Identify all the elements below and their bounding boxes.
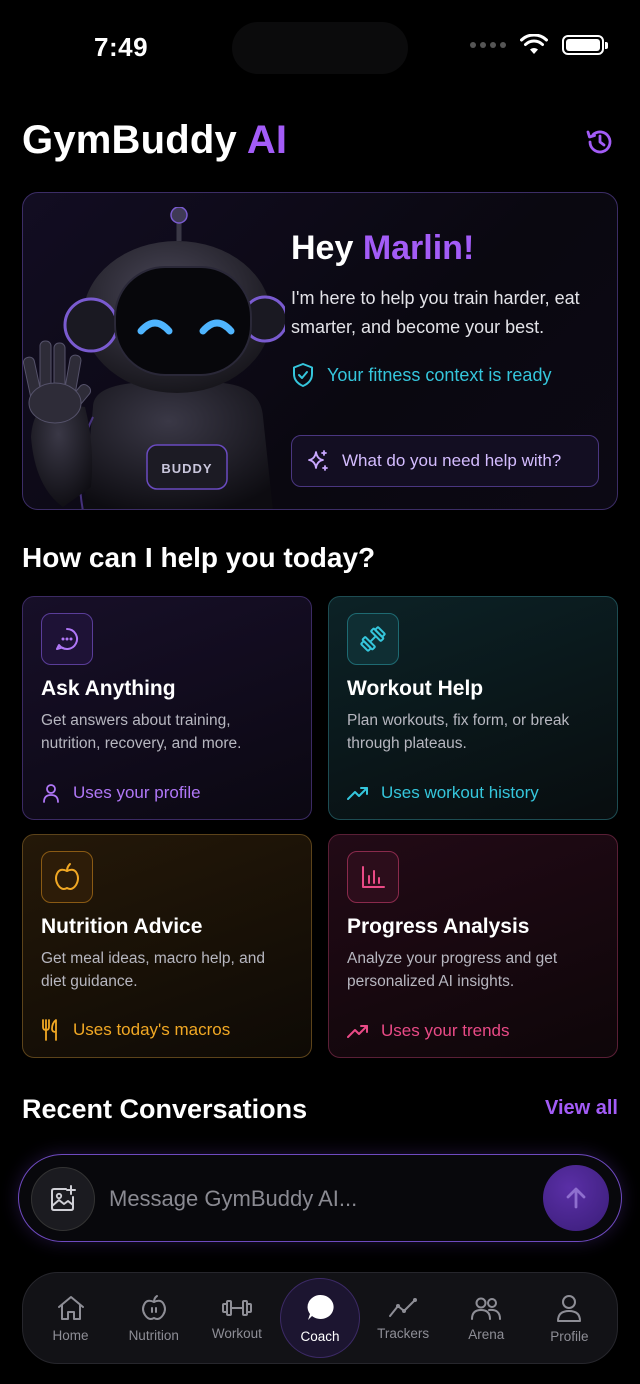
dumbbell-icon-box bbox=[347, 613, 399, 665]
ask-anything-card[interactable]: Ask Anything Get answers about training,… bbox=[22, 596, 312, 820]
tab-workout[interactable]: Workout bbox=[197, 1278, 277, 1358]
fork-knife-icon bbox=[42, 1019, 57, 1041]
tab-label: Profile bbox=[550, 1328, 589, 1344]
hero-text: Hey Marlin! I'm here to help you train h… bbox=[291, 229, 611, 388]
card-description: Plan workouts, fix form, or break throug… bbox=[347, 712, 570, 752]
tab-trackers[interactable]: Trackers bbox=[363, 1278, 443, 1358]
card-title: Ask Anything bbox=[41, 677, 176, 700]
card-description: Get meal ideas, macro help, and diet gui… bbox=[41, 950, 266, 990]
tab-label: Workout bbox=[211, 1325, 262, 1341]
send-button[interactable] bbox=[543, 1165, 609, 1231]
apple-icon bbox=[141, 1294, 166, 1320]
card-tag-label: Uses workout history bbox=[381, 783, 539, 802]
message-input[interactable] bbox=[109, 1181, 529, 1217]
hero-description: I'm here to help you train harder, eat s… bbox=[291, 288, 580, 337]
person-icon bbox=[43, 784, 59, 803]
history-icon bbox=[586, 130, 612, 154]
tab-label: Home bbox=[52, 1327, 89, 1343]
card-tag-label: Uses your trends bbox=[381, 1021, 510, 1040]
card-tag-label: Uses your profile bbox=[73, 783, 201, 802]
section-title: How can I help you today? bbox=[22, 542, 376, 573]
battery-icon bbox=[562, 35, 608, 55]
hero-card: BUDDY Hey Marlin! I'm here to help you t… bbox=[22, 192, 618, 510]
tab-coach[interactable]: Coach bbox=[279, 1278, 360, 1358]
chat-bubble-icon bbox=[307, 1294, 334, 1320]
apple-icon bbox=[55, 863, 79, 890]
tab-profile[interactable]: Profile bbox=[529, 1278, 609, 1358]
group-icon bbox=[471, 1297, 502, 1320]
robot-mascot-image: BUDDY bbox=[23, 207, 285, 509]
apple-icon-box bbox=[41, 851, 93, 903]
progress-analysis-card[interactable]: Progress Analysis Analyze your progress … bbox=[328, 834, 618, 1058]
wifi-icon bbox=[520, 34, 548, 54]
card-tag: Uses your profile bbox=[41, 783, 201, 803]
nutrition-advice-card[interactable]: Nutrition Advice Get meal ideas, macro h… bbox=[22, 834, 312, 1058]
status-bar: 7:49 bbox=[0, 0, 640, 96]
tab-nutrition[interactable]: Nutrition bbox=[114, 1278, 194, 1358]
card-description: Analyze your progress and get personaliz… bbox=[347, 950, 558, 990]
tab-label: Coach bbox=[300, 1328, 340, 1344]
card-description: Get answers about training, nutrition, r… bbox=[41, 712, 242, 752]
status-icons bbox=[470, 34, 608, 56]
dynamic-island bbox=[232, 22, 408, 74]
app-title: GymBuddy AI bbox=[22, 118, 287, 163]
chat-icon-box bbox=[41, 613, 93, 665]
trend-line-icon bbox=[389, 1297, 418, 1317]
app-title-main: GymBuddy bbox=[22, 118, 237, 162]
image-add-icon bbox=[51, 1185, 76, 1211]
home-icon bbox=[57, 1295, 84, 1320]
card-tag: Uses workout history bbox=[347, 783, 539, 803]
message-composer bbox=[18, 1154, 622, 1242]
arrow-up-icon bbox=[566, 1187, 586, 1209]
greeting-prefix: Hey bbox=[291, 229, 354, 267]
workout-help-card[interactable]: Workout Help Plan workouts, fix form, or… bbox=[328, 596, 618, 820]
help-prompt-button[interactable]: What do you need help with? bbox=[291, 435, 599, 487]
bar-chart-icon-box bbox=[347, 851, 399, 903]
cellular-signal-icon bbox=[470, 42, 506, 48]
tab-arena[interactable]: Arena bbox=[446, 1278, 526, 1358]
tab-label: Trackers bbox=[377, 1325, 430, 1341]
dumbbell-icon bbox=[360, 626, 386, 652]
hero-greeting: Hey Marlin! bbox=[291, 229, 611, 268]
attach-image-button[interactable] bbox=[31, 1167, 95, 1231]
tab-label: Nutrition bbox=[128, 1327, 179, 1343]
card-title: Progress Analysis bbox=[347, 915, 530, 938]
card-title: Nutrition Advice bbox=[41, 915, 203, 938]
shield-check-icon bbox=[293, 363, 313, 387]
tab-label: Arena bbox=[468, 1326, 505, 1342]
bar-chart-icon bbox=[362, 866, 385, 888]
chat-dots-icon bbox=[56, 628, 78, 650]
status-time: 7:49 bbox=[94, 32, 149, 62]
card-tag: Uses today's macros bbox=[41, 1019, 230, 1041]
bottom-tab-bar: Home Nutrition Workout Coach Trackers Ar… bbox=[22, 1272, 618, 1364]
greeting-name: Marlin! bbox=[362, 229, 475, 267]
help-prompt-label: What do you need help with? bbox=[342, 451, 562, 470]
view-all-link[interactable]: View all bbox=[545, 1097, 618, 1120]
card-title: Workout Help bbox=[347, 677, 484, 700]
card-tag: Uses your trends bbox=[347, 1021, 510, 1041]
robot-badge-text: BUDDY bbox=[161, 461, 212, 476]
dumbbell-icon bbox=[221, 1299, 252, 1316]
context-status-text: Your fitness context is ready bbox=[327, 364, 552, 385]
recent-conversations-title: Recent Conversations bbox=[22, 1094, 308, 1124]
sparkles-icon bbox=[308, 450, 328, 471]
app-title-accent: AI bbox=[246, 118, 288, 162]
trending-up-icon bbox=[347, 1025, 368, 1038]
tab-home[interactable]: Home bbox=[31, 1278, 111, 1358]
fitness-context-status: Your fitness context is ready bbox=[291, 362, 611, 388]
card-tag-label: Uses today's macros bbox=[73, 1020, 231, 1039]
history-button[interactable] bbox=[582, 124, 618, 160]
trending-up-icon bbox=[347, 787, 368, 800]
person-icon bbox=[557, 1294, 582, 1322]
